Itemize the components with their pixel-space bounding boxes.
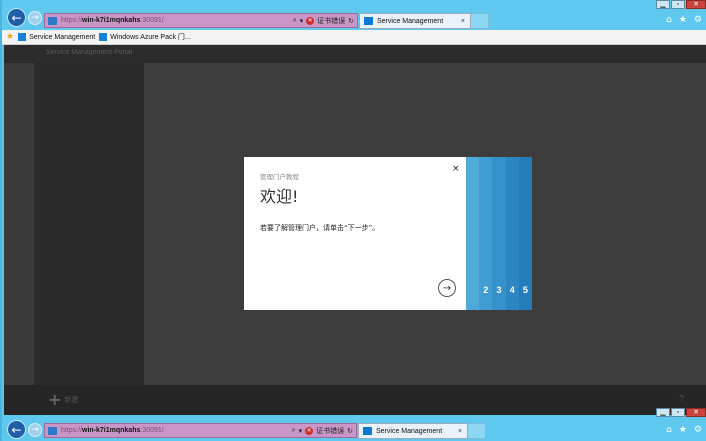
search-icon[interactable]: ⌕: [292, 426, 296, 435]
browser-tab[interactable]: Service Management ×: [358, 423, 468, 439]
site-favicon-icon: [48, 16, 57, 25]
site-favicon-icon: [48, 426, 57, 435]
address-host: win-k7i1mqnkahs: [82, 427, 141, 434]
refresh-icon[interactable]: ↻: [348, 17, 354, 25]
favorite-label: Service Management: [29, 33, 96, 41]
address-bar[interactable]: https:// win-k7i1mqnkahs :30091/ ⌕ ▾ ✕ 证…: [44, 13, 358, 28]
address-port: :30091/: [140, 427, 164, 434]
portal-sidebar: [34, 63, 144, 385]
tour-step-2[interactable]: 2: [479, 157, 493, 310]
tab-close-icon[interactable]: ×: [461, 18, 465, 25]
back-button[interactable]: ←: [7, 8, 26, 27]
tour-dialog: 管理门户教程 × 欢迎! 若要了解管理门户，请单击“下一步”。 → 2 3 4 …: [244, 157, 533, 310]
help-icon[interactable]: ?: [680, 394, 684, 403]
address-host: win-k7i1mqnkahs: [82, 17, 141, 24]
cert-error-label[interactable]: 证书错误: [317, 16, 345, 26]
tour-step-4[interactable]: 4: [505, 157, 519, 310]
tab-favicon-icon: [363, 427, 372, 435]
favorite-service-management[interactable]: Service Management: [18, 33, 95, 41]
favorite-windows-azure-pack[interactable]: Windows Azure Pack 门...: [99, 32, 191, 42]
home-icon[interactable]: ⌂: [666, 425, 672, 435]
address-bar[interactable]: https:// win-k7i1mqnkahs :30091/ ⌕ ▾ ✕ 证…: [44, 423, 357, 438]
tour-step-label: 5: [522, 285, 528, 295]
close-icon[interactable]: ×: [452, 164, 460, 174]
tour-step-5[interactable]: 5: [518, 157, 533, 310]
maximize-button[interactable]: ▫: [671, 408, 685, 417]
dropdown-icon[interactable]: ▾: [300, 17, 304, 25]
new-label: 新建: [64, 396, 79, 404]
address-protocol: https://: [61, 17, 83, 24]
favorites-bar: ★ Service Management Windows Azure Pack …: [2, 30, 706, 45]
browser-toolbar-bottom: ← → https:// win-k7i1mqnkahs :30091/ ⌕ ▾…: [2, 408, 706, 441]
browser-window: ← → https:// win-k7i1mqnkahs :30091/ ⌕ ▾…: [0, 0, 706, 441]
plus-icon: +: [48, 390, 62, 409]
minimize-button[interactable]: ▁: [656, 0, 670, 9]
favorite-label: Windows Azure Pack 门...: [110, 34, 191, 41]
window-close-button[interactable]: ✕: [686, 408, 706, 417]
favorite-favicon-icon: [99, 33, 108, 41]
portal-title: Service Management Portal: [46, 49, 133, 56]
tour-body: 若要了解管理门户，请单击“下一步”。: [260, 224, 380, 232]
favorites-star-icon[interactable]: ★: [679, 425, 687, 435]
portal-command-bar: + 新建 ?: [4, 385, 706, 415]
tab-close-icon[interactable]: ×: [458, 428, 462, 435]
tour-header: 管理门户教程: [260, 174, 299, 181]
arrow-right-icon: →: [31, 425, 39, 435]
favorites-bar-star-icon[interactable]: ★: [6, 32, 14, 42]
tour-step-label: 4: [509, 285, 515, 295]
tour-title: 欢迎!: [260, 187, 299, 206]
maximize-button[interactable]: ▫: [671, 0, 685, 9]
new-tab-button[interactable]: [471, 13, 489, 29]
address-tools: ⌕ ▾ ✕ 证书错误 ↻: [292, 426, 356, 436]
forward-button[interactable]: →: [28, 423, 42, 437]
cert-error-icon[interactable]: ✕: [306, 16, 315, 25]
toolbar-icons: ⌂ ★ ⚙: [666, 15, 702, 25]
arrow-right-icon: →: [31, 13, 39, 23]
tab-favicon-icon: [364, 17, 373, 25]
browser-tab[interactable]: Service Management ×: [359, 13, 471, 29]
new-button[interactable]: + 新建: [48, 390, 79, 409]
window-close-button[interactable]: ✕: [686, 0, 706, 9]
new-tab-button[interactable]: [468, 423, 486, 439]
window-controls: ▁ ▫ ✕: [656, 0, 706, 9]
arrow-left-icon: ←: [11, 422, 22, 437]
address-tools: ⌕ ▾ ✕ 证书错误 ↻: [293, 16, 357, 26]
search-icon[interactable]: ⌕: [293, 16, 297, 25]
minimize-button[interactable]: ▁: [656, 408, 670, 417]
arrow-left-icon: ←: [11, 10, 22, 25]
address-port: :30091/: [140, 17, 164, 24]
cert-error-icon[interactable]: ✕: [305, 426, 314, 435]
cert-error-label[interactable]: 证书错误: [316, 426, 344, 436]
arrow-right-circle-icon: →: [442, 282, 452, 294]
next-button[interactable]: →: [438, 279, 456, 297]
favorites-star-icon[interactable]: ★: [679, 15, 687, 25]
tour-step-label: 3: [496, 285, 502, 295]
tour-steps: 2 3 4 5: [466, 157, 533, 310]
back-button[interactable]: ←: [7, 420, 26, 439]
tour-step-3[interactable]: 3: [492, 157, 506, 310]
settings-gear-icon[interactable]: ⚙: [694, 425, 702, 435]
tab-title: Service Management: [377, 17, 444, 25]
home-icon[interactable]: ⌂: [666, 15, 672, 25]
toolbar-icons: ⌂ ★ ⚙: [666, 425, 702, 435]
refresh-icon[interactable]: ↻: [347, 427, 353, 435]
tour-step-label: 2: [483, 285, 489, 295]
window-controls: ▁ ▫ ✕: [656, 408, 706, 417]
dropdown-icon[interactable]: ▾: [299, 427, 303, 435]
portal-header: Service Management Portal: [4, 45, 706, 63]
favorite-favicon-icon: [18, 33, 27, 41]
tab-title: Service Management: [376, 427, 443, 435]
settings-gear-icon[interactable]: ⚙: [694, 15, 702, 25]
address-protocol: https://: [61, 427, 83, 434]
tour-step-1[interactable]: [466, 157, 480, 310]
browser-toolbar: ← → https:// win-k7i1mqnkahs :30091/ ⌕ ▾…: [2, 0, 706, 30]
forward-button[interactable]: →: [28, 11, 42, 25]
